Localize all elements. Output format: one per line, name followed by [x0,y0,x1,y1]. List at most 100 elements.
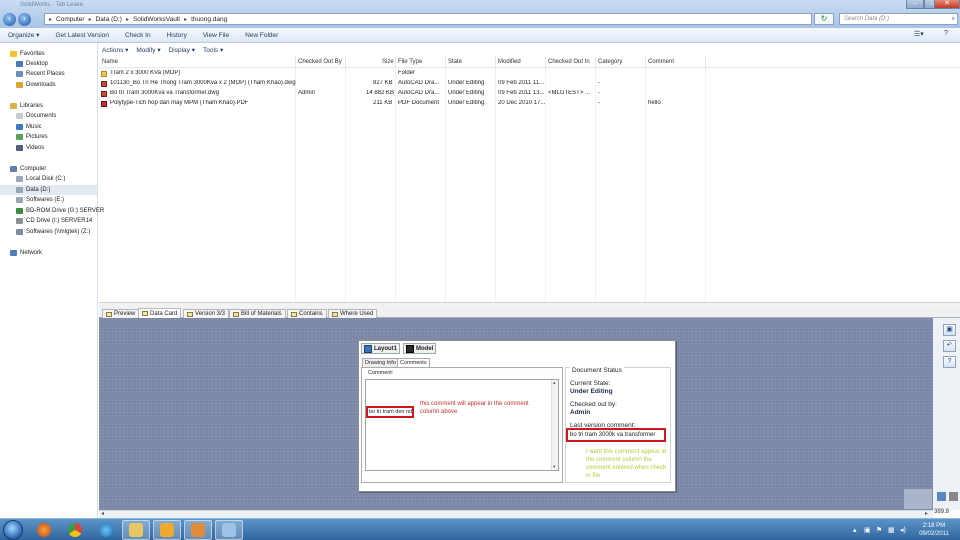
tab-bill-of-materials[interactable]: Bill of Materials [229,309,286,318]
actions-menu[interactable]: Actions ▾ [102,46,128,54]
pdf-file-icon [101,101,107,107]
get-latest-version-button[interactable]: Get Latest Version [47,32,116,39]
breadcrumb-data[interactable]: Data (D:) [96,16,122,23]
folder-icon: ▸ [49,16,53,23]
scroll-down-icon[interactable]: ▾ [553,464,556,470]
minimize-button[interactable]: – [906,0,924,9]
nav-pictures[interactable]: Pictures [16,132,48,142]
taskbar-explorer[interactable] [122,520,150,540]
forward-arrow-icon[interactable]: › [18,13,31,26]
tray-app-icon[interactable]: ▣ [864,526,871,534]
column-header-state[interactable]: State [448,59,462,65]
nav-computer[interactable]: Computer [10,164,46,174]
nav-libraries[interactable]: Libraries [10,101,43,111]
organize-button[interactable]: Organize ▾ [0,31,47,39]
comment-textarea[interactable]: ▴ ▾ [365,379,559,471]
tab-where-used[interactable]: Where Used [328,309,378,318]
nav-local-disk-c[interactable]: Local Disk (C:) [16,174,65,184]
horizontal-scrollbar[interactable]: ◂ ▸ [99,510,933,518]
comment-value[interactable]: bo tri tram den nd [366,406,414,418]
tab-contains[interactable]: Contains [287,309,327,318]
table-row[interactable]: Polytype-Tich hop dan may MPM (Tham Khao… [99,99,960,109]
save-card-icon[interactable]: ▣ [943,324,956,336]
scroll-left-icon[interactable]: ◂ [101,510,104,517]
document-status-title: Document Status [570,367,624,374]
vertical-scrollbar[interactable]: ▴ ▾ [551,380,558,470]
address-bar[interactable]: ▸ Computer ▸ Data (D:) ▸ SolidWorksVault… [44,13,812,25]
nav-cd-drive-i[interactable]: CD Drive (I:) SERVER14 [16,216,92,226]
back-arrow-icon[interactable]: ‹ [3,13,16,26]
taskbar-outlook[interactable] [153,520,181,540]
column-header-name[interactable]: Name [102,59,118,65]
nav-videos[interactable]: Videos [16,143,44,153]
start-button[interactable] [3,520,23,540]
modify-menu[interactable]: Modify ▾ [136,46,160,54]
taskbar-chrome[interactable] [61,520,89,540]
drawing-info-tab[interactable]: Drawing Info [362,358,399,367]
taskbar-ie[interactable] [92,520,120,540]
tab-preview[interactable]: Preview [102,309,140,318]
tab-version[interactable]: Version 3/3 [183,309,230,318]
breadcrumb-computer[interactable]: Computer [56,16,85,23]
undo-icon[interactable]: ↶ [943,340,956,352]
table-row[interactable]: Tram 2 x 3000 KVa (MOP) Folder [99,69,960,79]
scroll-right-icon[interactable]: ▸ [925,510,928,517]
history-button[interactable]: History [159,32,195,39]
help-icon[interactable]: ? [943,356,956,368]
display-menu[interactable]: Display ▾ [169,46,195,54]
layout-tab[interactable]: Layout1 [361,343,401,354]
nav-desktop[interactable]: Desktop [16,59,48,69]
tab-data-card[interactable]: Data Card [138,308,182,318]
taskbar: ▴ ▣ ⚑ ▦ ◂) 2:18 PM 09/02/2011 [0,518,960,540]
volume-icon[interactable]: ◂) [900,526,906,534]
disc-drive-icon [16,208,23,214]
nav-documents[interactable]: Documents [16,111,56,121]
downloads-icon [16,82,23,88]
taskbar-firefox[interactable] [30,520,58,540]
tray-expand-icon[interactable]: ▴ [853,526,857,534]
drive-icon [16,187,23,193]
desktop-icon [16,61,23,67]
tools-menu[interactable]: Tools ▾ [203,46,223,54]
nav-network-drive-z[interactable]: Softwares (\\mlgtek) (Z:) [16,227,90,237]
clock[interactable]: 2:18 PM 09/02/2011 [914,522,954,538]
comments-panel: Comment: ▴ ▾ bo tri tram den nd this com… [361,367,563,483]
taskbar-app[interactable] [184,520,212,540]
breadcrumb-vault[interactable]: SolidWorksVault [133,16,180,23]
new-folder-button[interactable]: New Folder [237,32,286,39]
views-icon[interactable]: ☰▾ [914,30,924,38]
network-icon[interactable]: ▦ [888,526,895,534]
column-header-comment[interactable]: Comment [648,59,674,65]
breadcrumb-user[interactable]: thuong.dang [191,16,227,23]
nav-music[interactable]: Music [16,122,42,132]
close-button[interactable]: ✕ [934,0,960,9]
flag-icon[interactable]: ⚑ [876,526,882,534]
column-header-size[interactable]: Size [382,59,394,65]
folder-icon [101,71,107,77]
checked-out-label: Checked out by: [570,401,617,408]
nav-recent-places[interactable]: Recent Places [16,69,65,79]
view-file-button[interactable]: View File [195,32,237,39]
column-header-modified[interactable]: Modified [498,59,521,65]
refresh-button[interactable]: ↻ [814,13,834,25]
nav-downloads[interactable]: Downloads [16,80,56,90]
nav-bd-rom-g[interactable]: BD-ROM Drive (G:) SERVER [16,206,104,216]
column-header-category[interactable]: Category [598,59,622,65]
nav-favorites[interactable]: Favorites [10,49,45,59]
check-in-button[interactable]: Check In [117,32,159,39]
column-header-checked-out-by[interactable]: Checked Out By [298,59,342,65]
scroll-up-icon[interactable]: ▴ [553,380,556,386]
help-icon[interactable]: ? [944,30,948,37]
model-tab[interactable]: Model [403,343,437,354]
nav-network[interactable]: Network [10,248,42,258]
taskbar-app2[interactable] [215,520,243,540]
library-icon [10,103,17,109]
navigation-pane: Favorites Desktop Recent Places Download… [0,43,104,518]
nav-data-d[interactable]: Data (D:) [0,185,97,195]
column-header-file-type[interactable]: File Type [398,59,422,65]
search-input[interactable]: Search Data (D:) ⌕ [839,13,958,25]
column-header-checked-out-in[interactable]: Checked Out In [548,59,590,65]
table-row[interactable]: Bo tri Tram 3000Kva va Transformer.dwg A… [99,89,960,99]
table-row[interactable]: 101130_Bo Tri He Thong Tram 3000Kva x 2 … [99,79,960,89]
nav-softwares-e[interactable]: Softwares (E:) [16,195,64,205]
